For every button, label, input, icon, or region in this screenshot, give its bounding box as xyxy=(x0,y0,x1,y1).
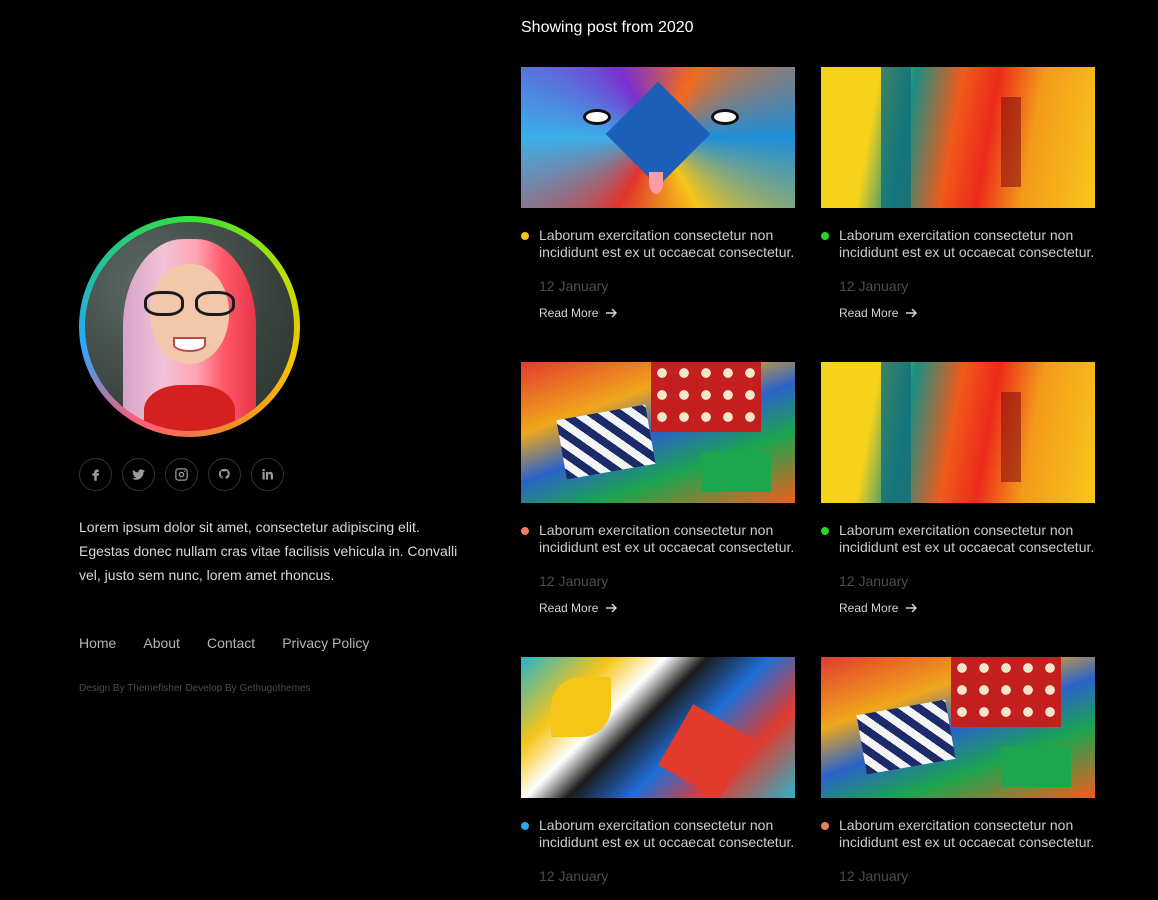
linkedin-icon[interactable] xyxy=(251,458,284,491)
post-title[interactable]: Laborum exercitation consectetur non inc… xyxy=(821,522,1095,556)
arrow-right-icon xyxy=(606,603,618,613)
post-thumbnail[interactable] xyxy=(821,657,1095,798)
footer-link-about[interactable]: About xyxy=(143,635,180,651)
category-dot xyxy=(521,232,529,240)
post-card: Laborum exercitation consectetur non inc… xyxy=(821,362,1095,615)
footer-link-privacy-policy[interactable]: Privacy Policy xyxy=(282,635,369,651)
post-thumbnail[interactable] xyxy=(521,362,795,503)
sidebar: Lorem ipsum dolor sit amet, consectetur … xyxy=(79,0,459,900)
post-title[interactable]: Laborum exercitation consectetur non inc… xyxy=(821,227,1095,261)
post-thumbnail[interactable] xyxy=(821,362,1095,503)
post-thumbnail[interactable] xyxy=(521,67,795,208)
category-dot xyxy=(821,822,829,830)
post-title[interactable]: Laborum exercitation consectetur non inc… xyxy=(521,817,795,851)
post-title[interactable]: Laborum exercitation consectetur non inc… xyxy=(821,817,1095,851)
post-card: Laborum exercitation consectetur non inc… xyxy=(521,67,795,320)
post-date: 12 January xyxy=(539,573,609,589)
author-bio: Lorem ipsum dolor sit amet, consectetur … xyxy=(79,519,458,583)
arrow-right-icon xyxy=(906,603,918,613)
social-links xyxy=(79,458,284,491)
arrow-right-icon xyxy=(606,308,618,318)
footer-link-home[interactable]: Home xyxy=(79,635,116,651)
read-more-link[interactable]: Read More xyxy=(521,306,795,320)
post-thumbnail[interactable] xyxy=(821,67,1095,208)
read-more-link[interactable]: Read More xyxy=(821,306,1095,320)
post-card: Laborum exercitation consectetur non inc… xyxy=(821,67,1095,320)
instagram-icon[interactable] xyxy=(165,458,198,491)
post-date: 12 January xyxy=(839,278,909,294)
category-dot xyxy=(521,822,529,830)
post-card: Laborum exercitation consectetur non inc… xyxy=(821,657,1095,884)
footer-link-contact[interactable]: Contact xyxy=(207,635,255,651)
post-date: 12 January xyxy=(539,278,609,294)
read-more-link[interactable]: Read More xyxy=(821,601,1095,615)
avatar xyxy=(79,216,300,437)
twitter-icon[interactable] xyxy=(122,458,155,491)
category-dot xyxy=(821,232,829,240)
post-card: Laborum exercitation consectetur non inc… xyxy=(521,657,795,884)
category-dot xyxy=(521,527,529,535)
post-date: 12 January xyxy=(839,868,909,884)
arrow-right-icon xyxy=(906,308,918,318)
footer-nav: Home About Contact Privacy Policy xyxy=(79,635,369,651)
post-title[interactable]: Laborum exercitation consectetur non inc… xyxy=(521,227,795,261)
post-card: Laborum exercitation consectetur non inc… xyxy=(521,362,795,615)
post-date: 12 January xyxy=(839,573,909,589)
category-dot xyxy=(821,527,829,535)
read-more-link[interactable]: Read More xyxy=(521,601,795,615)
credits: Design By Themefisher Develop By Gethugo… xyxy=(79,683,311,694)
github-icon[interactable] xyxy=(208,458,241,491)
avatar-photo xyxy=(85,222,294,431)
post-thumbnail[interactable] xyxy=(521,657,795,798)
facebook-icon[interactable] xyxy=(79,458,112,491)
post-date: 12 January xyxy=(539,868,609,884)
page-title: Showing post from 2020 xyxy=(521,19,694,36)
post-title[interactable]: Laborum exercitation consectetur non inc… xyxy=(521,522,795,556)
